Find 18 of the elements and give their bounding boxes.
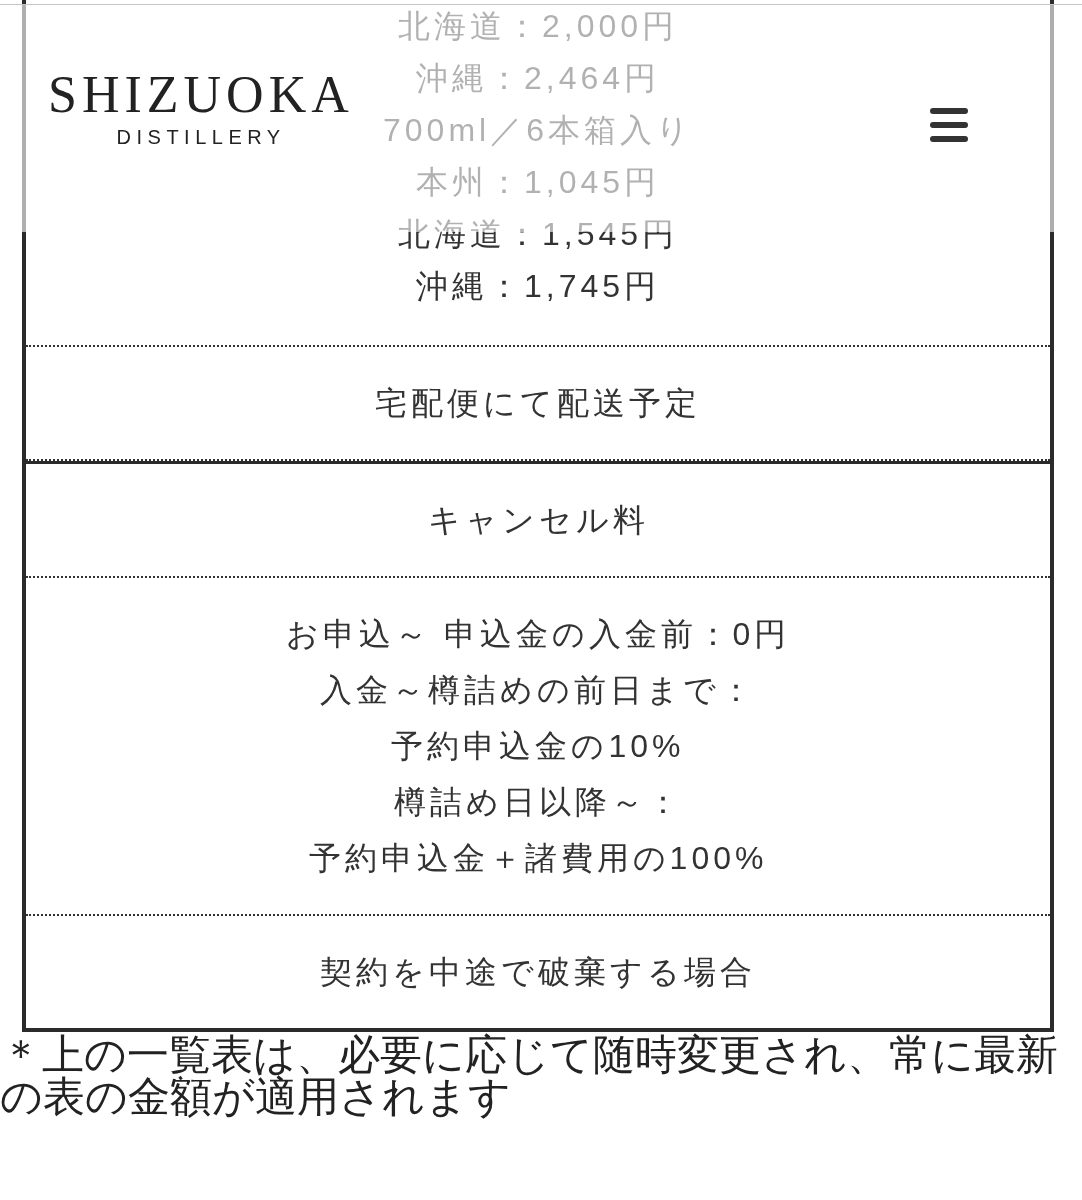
table-cell-text: お申込～ 申込金の入金前：0円 [285, 616, 791, 652]
menu-icon[interactable] [930, 108, 968, 142]
table-cell-text: 北海道：2,000円 [397, 8, 679, 44]
table-cell-text: 樽詰め日以降～： [393, 784, 683, 820]
table-cell-text: 予約申込金の10% [391, 728, 685, 764]
table-cell-text: 本州：1,045円 [415, 164, 661, 200]
table-cell-text: 契約を中途で破棄する場合 [320, 954, 756, 990]
table-cell-text: 700ml／6本箱入り [383, 112, 693, 148]
brand-name: SHIZUOKA [48, 69, 354, 121]
brand-subtitle: DISTILLERY [116, 127, 286, 147]
table-cell-text: 北海道：1,545円 [397, 216, 679, 252]
table-cell-text: 沖縄：1,745円 [415, 268, 661, 304]
table-cell-text: 入金～樽詰めの前日まで： [320, 672, 756, 708]
table-cell-text: キャンセル料 [427, 502, 649, 538]
table-cell-text: 沖縄：2,464円 [415, 60, 661, 96]
footnote-text: ＊上の一覧表は、必要に応じて随時変更され、常に最新の表の金額が適用されます [0, 1034, 1059, 1118]
table-cell-text: 宅配便にて配送予定 [375, 385, 701, 421]
table-cell-text: 予約申込金＋諸費用の100% [308, 840, 768, 876]
